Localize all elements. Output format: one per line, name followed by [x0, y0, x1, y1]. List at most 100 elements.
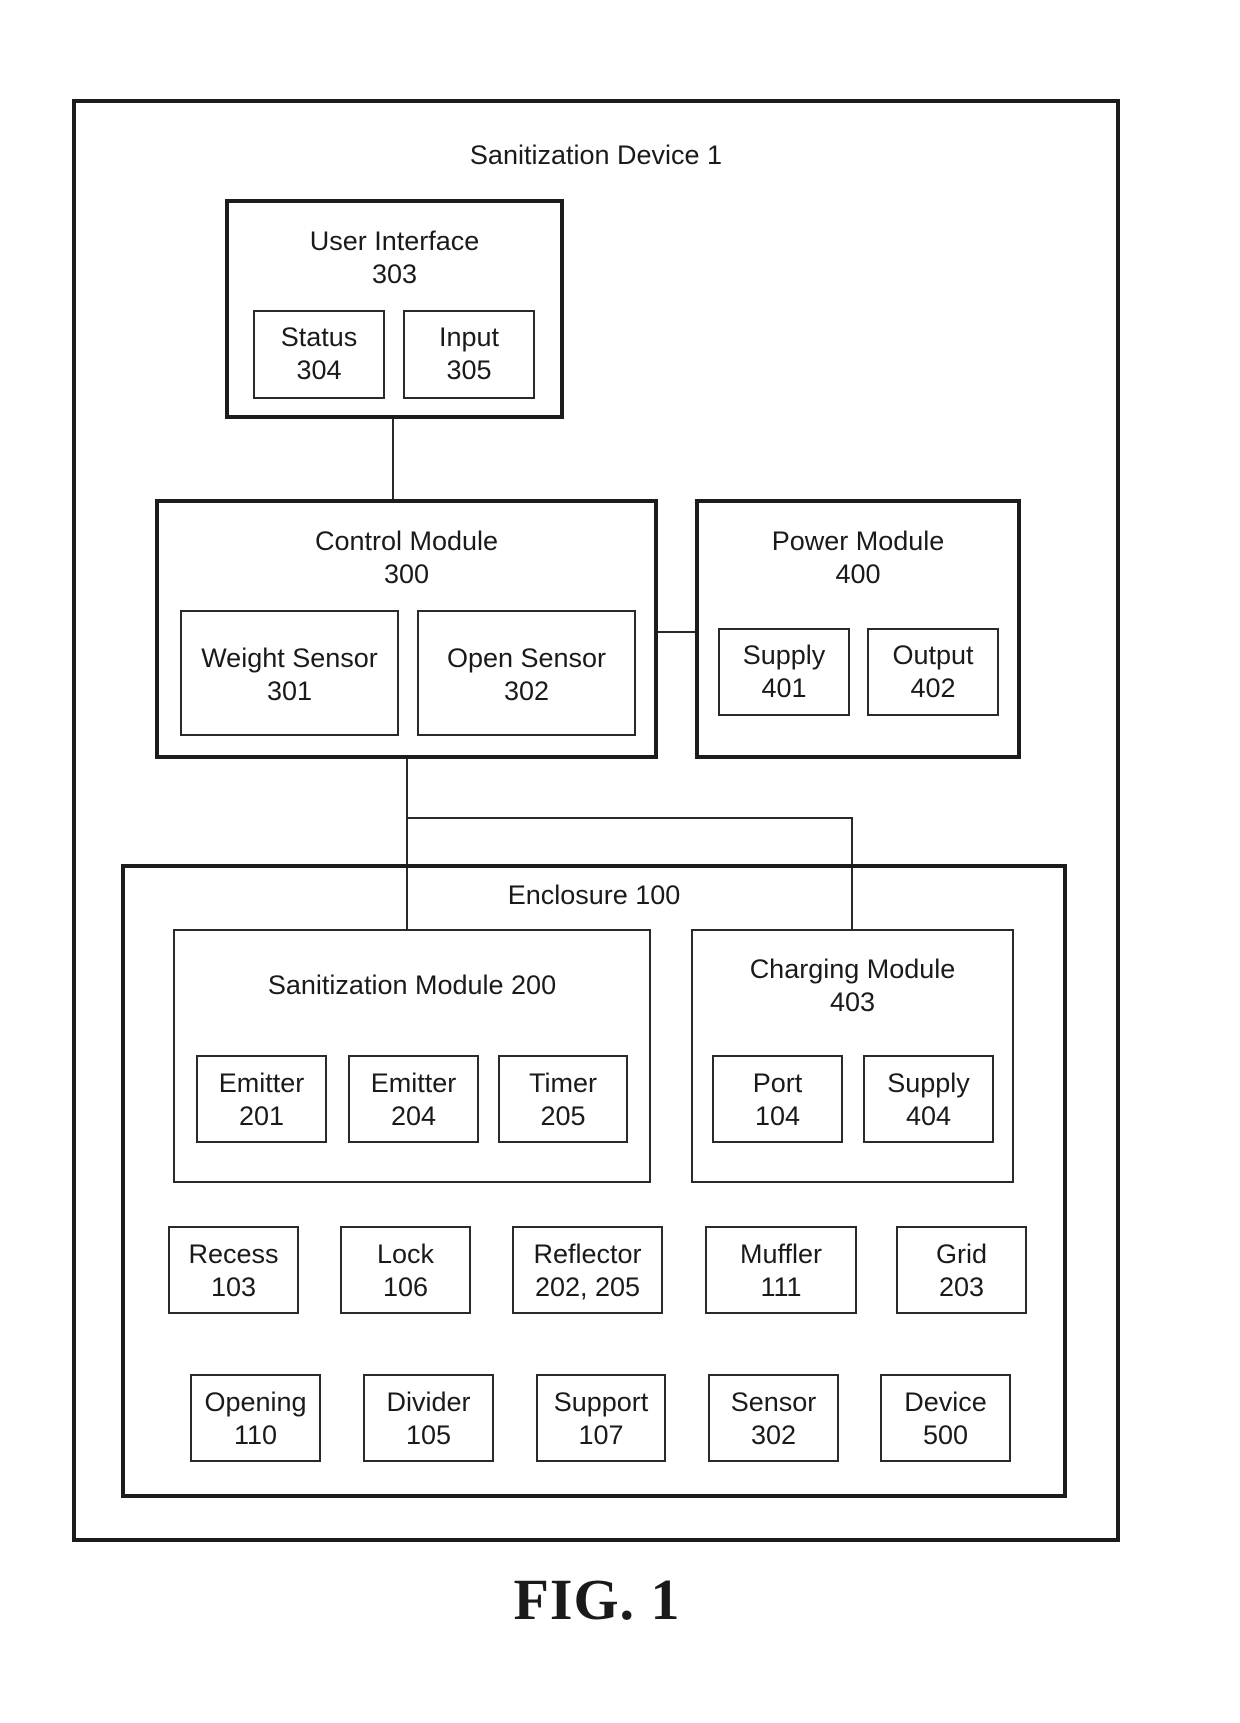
support-box: Support 107 — [536, 1374, 666, 1462]
muffler-label: Muffler 111 — [707, 1238, 855, 1304]
output-ref: 402 — [910, 673, 956, 703]
sanitization-module-label: Sanitization Module 200 — [175, 969, 649, 1002]
port-ref: 104 — [754, 1101, 801, 1131]
supply-404-box: Supply 404 — [863, 1055, 994, 1143]
timer-ref: 205 — [540, 1101, 586, 1131]
charging-module-ref: 403 — [829, 987, 876, 1017]
recess-label: Recess 103 — [170, 1238, 297, 1304]
supply-404-ref: 404 — [905, 1101, 952, 1131]
grid-label: Grid 203 — [898, 1238, 1025, 1304]
user-interface-label: User Interface 303 — [229, 225, 560, 291]
port-box: Port 104 — [712, 1055, 843, 1143]
supply-401-ref: 401 — [761, 673, 807, 703]
status-name: Status — [280, 322, 358, 352]
device-box: Device 500 — [880, 1374, 1011, 1462]
control-module-name: Control Module — [314, 526, 499, 556]
power-module-label: Power Module 400 — [699, 525, 1017, 591]
weight-sensor-ref: 301 — [266, 676, 313, 706]
recess-box: Recess 103 — [168, 1226, 299, 1314]
timer-name: Timer — [529, 1068, 597, 1098]
grid-box: Grid 203 — [896, 1226, 1027, 1314]
input-name: Input — [438, 322, 500, 352]
output-box: Output 402 — [867, 628, 999, 716]
emitter-201-box: Emitter 201 — [196, 1055, 327, 1143]
recess-ref: 103 — [210, 1272, 257, 1302]
connector-junction — [406, 817, 853, 819]
support-name: Support — [553, 1387, 649, 1417]
figure-label: FIG. 1 — [513, 1567, 681, 1632]
emitter-201-label: Emitter 201 — [198, 1067, 325, 1133]
opening-box: Opening 110 — [190, 1374, 321, 1462]
charging-module-name: Charging Module — [749, 954, 956, 984]
open-sensor-name: Open Sensor — [446, 643, 607, 673]
opening-ref: 110 — [233, 1420, 278, 1450]
charging-module-label: Charging Module 403 — [693, 953, 1012, 1019]
output-name: Output — [892, 640, 974, 670]
emitter-204-box: Emitter 204 — [348, 1055, 479, 1143]
sanitization-module-title: Sanitization Module 200 — [267, 970, 557, 1000]
status-ref: 304 — [296, 355, 342, 385]
port-label: Port 104 — [714, 1067, 841, 1133]
input-box: Input 305 — [403, 310, 535, 399]
muffler-ref: 111 — [760, 1272, 802, 1302]
divider-ref: 105 — [405, 1420, 452, 1450]
sensor-label: Sensor 302 — [710, 1386, 837, 1452]
lock-label: Lock 106 — [342, 1238, 469, 1304]
open-sensor-box: Open Sensor 302 — [417, 610, 636, 736]
support-ref: 107 — [578, 1420, 624, 1450]
timer-label: Timer 205 — [500, 1067, 626, 1133]
divider-name: Divider — [386, 1387, 471, 1417]
emitter-201-ref: 201 — [238, 1101, 285, 1131]
status-box: Status 304 — [253, 310, 385, 399]
enclosure-title: Enclosure 100 — [507, 880, 681, 910]
grid-ref: 203 — [938, 1272, 985, 1302]
supply-401-label: Supply 401 — [720, 639, 848, 705]
device-label: Device 500 — [882, 1386, 1009, 1452]
weight-sensor-box: Weight Sensor 301 — [180, 610, 399, 736]
sensor-ref: 302 — [750, 1420, 797, 1450]
device-ref: 500 — [922, 1420, 969, 1450]
reflector-ref: 202, 205 — [534, 1272, 641, 1302]
sensor-name: Sensor — [730, 1387, 817, 1417]
power-module-ref: 400 — [835, 559, 881, 589]
recess-name: Recess — [188, 1239, 279, 1269]
lock-name: Lock — [376, 1239, 435, 1269]
open-sensor-ref: 302 — [503, 676, 550, 706]
emitter-201-name: Emitter — [218, 1068, 305, 1098]
reflector-box: Reflector 202, 205 — [512, 1226, 663, 1314]
user-interface-name: User Interface — [309, 226, 480, 256]
reflector-label: Reflector 202, 205 — [514, 1238, 661, 1304]
reflector-name: Reflector — [533, 1239, 642, 1269]
supply-404-name: Supply — [887, 1068, 970, 1098]
weight-sensor-label: Weight Sensor 301 — [182, 642, 397, 708]
muffler-box: Muffler 111 — [705, 1226, 857, 1314]
input-label: Input 305 — [405, 321, 533, 387]
supply-401-name: Supply — [742, 640, 826, 670]
connector-control-power — [658, 631, 696, 633]
device-title: Sanitization Device 1 — [469, 140, 723, 170]
lock-ref: 106 — [382, 1272, 429, 1302]
output-label: Output 402 — [869, 639, 997, 705]
supply-401-box: Supply 401 — [718, 628, 850, 716]
opening-name: Opening — [204, 1387, 307, 1417]
emitter-204-name: Emitter — [370, 1068, 457, 1098]
sensor-box: Sensor 302 — [708, 1374, 839, 1462]
divider-label: Divider 105 — [365, 1386, 492, 1452]
emitter-204-ref: 204 — [390, 1101, 437, 1131]
timer-box: Timer 205 — [498, 1055, 628, 1143]
connector-ui-control — [392, 419, 394, 501]
device-name: Device — [904, 1387, 987, 1417]
weight-sensor-name: Weight Sensor — [201, 643, 378, 673]
input-ref: 305 — [446, 355, 492, 385]
grid-name: Grid — [935, 1239, 987, 1269]
lock-box: Lock 106 — [340, 1226, 471, 1314]
power-module-name: Power Module — [771, 526, 945, 556]
status-label: Status 304 — [255, 321, 383, 387]
supply-404-label: Supply 404 — [865, 1067, 992, 1133]
open-sensor-label: Open Sensor 302 — [419, 642, 634, 708]
emitter-204-label: Emitter 204 — [350, 1067, 477, 1133]
divider-box: Divider 105 — [363, 1374, 494, 1462]
user-interface-ref: 303 — [371, 259, 418, 289]
muffler-name: Muffler — [739, 1239, 823, 1269]
opening-label: Opening 110 — [192, 1386, 319, 1452]
